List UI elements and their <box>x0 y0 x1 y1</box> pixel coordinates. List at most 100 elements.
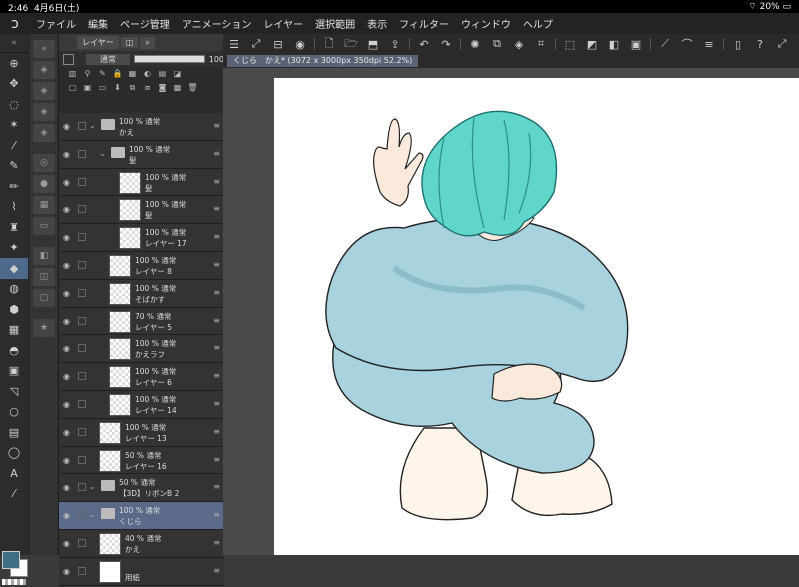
menu-edit[interactable]: 編集 <box>82 16 114 31</box>
chevron-down-icon[interactable]: ⌄ <box>89 482 96 491</box>
apply-mask-icon[interactable]: ▩ <box>172 83 183 93</box>
layer-lock-checkbox[interactable] <box>78 511 86 520</box>
layer-lock-checkbox[interactable] <box>78 316 86 325</box>
ruler-icon[interactable]: ▤ <box>157 69 168 79</box>
menu-file[interactable]: ファイル <box>30 16 82 31</box>
visibility-eye-icon[interactable]: ◉ <box>63 317 70 326</box>
mask-icon[interactable]: ◐ <box>142 69 153 79</box>
preview-icon[interactable]: ◉ <box>289 38 311 51</box>
visibility-eye-icon[interactable]: ◉ <box>63 178 70 187</box>
visibility-eye-icon[interactable]: ◉ <box>63 567 70 576</box>
layer-row[interactable]: ◉ 50 % 通常 レイヤー 16 ≡ <box>59 446 224 475</box>
layer-row[interactable]: ◉ ⌄ 100 % 通常 くじら ≡ <box>59 502 224 530</box>
visibility-eye-icon[interactable]: ◉ <box>63 456 70 465</box>
layer-row[interactable]: ◉ 70 % 通常 レイヤー 5 ≡ <box>59 307 224 336</box>
fill-tool-icon[interactable]: ⬢ <box>0 299 28 320</box>
opacity-slider[interactable] <box>134 55 205 63</box>
decoration-tool-icon[interactable]: ✦ <box>0 238 28 259</box>
correction-tool-icon[interactable]: ⁄ <box>0 484 28 505</box>
copy-icon[interactable]: ⧉ <box>486 37 508 51</box>
undo-icon[interactable]: ↶ <box>413 38 435 51</box>
eyedropper-tool-icon[interactable]: ⁄ <box>0 135 28 156</box>
transform-icon[interactable]: ⤢ <box>245 37 267 51</box>
layer-menu-icon[interactable]: ≡ <box>213 510 220 519</box>
layer-lock-checkbox[interactable] <box>78 205 86 214</box>
panel-navigator-icon[interactable]: ◎ <box>33 154 55 172</box>
menu-animation[interactable]: アニメーション <box>176 16 258 31</box>
layer-row[interactable]: ◉ 用紙 ≡ <box>59 557 224 586</box>
main-color[interactable] <box>2 551 20 569</box>
eraser-tool-icon[interactable]: ◆ <box>0 258 28 279</box>
panel-search-icon[interactable]: ▢ <box>33 289 55 307</box>
visibility-eye-icon[interactable]: ◉ <box>63 261 70 270</box>
layer-menu-icon[interactable]: ≡ <box>213 566 220 575</box>
frame-tool-icon[interactable]: ▤ <box>0 422 28 443</box>
grid-toggle-icon[interactable]: ⊟ <box>267 38 289 51</box>
menu-view[interactable]: 表示 <box>361 16 393 31</box>
new-file-icon[interactable]: 🗋 <box>318 35 340 54</box>
airbrush-tool-icon[interactable]: ♜ <box>0 217 28 238</box>
layer-lock-checkbox[interactable] <box>78 566 86 575</box>
open-file-icon[interactable]: 🗁 <box>340 35 362 54</box>
tab-property-icon[interactable]: ◫ <box>120 37 139 48</box>
layer-lock-checkbox[interactable] <box>78 372 86 381</box>
delete-layer-icon[interactable]: 🗑 <box>187 83 198 93</box>
bucket-tool-icon[interactable]: ◓ <box>0 340 28 361</box>
device-icon[interactable]: ▯ <box>727 38 749 51</box>
blend-mode-select[interactable]: 通常 <box>85 53 131 65</box>
layer-row[interactable]: ◉ 100 % 通常髪 ≡ <box>59 196 224 225</box>
layer-row[interactable]: ◉ 40 % 通常 かえ ≡ <box>59 529 224 558</box>
subtool-eraser-vector-icon[interactable]: ◈ <box>33 103 55 121</box>
visibility-eye-icon[interactable]: ◉ <box>63 344 70 353</box>
layer-lock-checkbox[interactable] <box>78 399 86 408</box>
visibility-eye-icon[interactable]: ◉ <box>63 539 70 548</box>
layer-menu-icon[interactable]: ≡ <box>213 177 220 186</box>
panel-history-icon[interactable]: ▭ <box>33 217 55 235</box>
visibility-eye-icon[interactable]: ◉ <box>63 400 70 409</box>
crop-icon[interactable]: ⌗ <box>530 37 552 51</box>
brush-tool-icon[interactable]: ⌇ <box>0 197 28 218</box>
layer-row[interactable]: ◉ 100 % 通常 かえラフ ≡ <box>59 335 224 364</box>
layer-lock-checkbox[interactable] <box>78 122 86 130</box>
visibility-eye-icon[interactable]: ◉ <box>63 205 70 214</box>
help-icon[interactable]: ? <box>749 38 771 51</box>
layer-row[interactable]: ◉ 100 % 通常 そばかす ≡ <box>59 279 224 308</box>
panel-material-icon[interactable]: ▦ <box>33 196 55 214</box>
layer-menu-icon[interactable]: ≡ <box>213 232 220 241</box>
menu-help[interactable]: ヘルプ <box>517 16 559 31</box>
layer-menu-icon[interactable]: ≡ <box>213 482 220 491</box>
tab-layer[interactable]: レイヤー <box>77 36 119 49</box>
menu-selection[interactable]: 選択範囲 <box>309 16 361 31</box>
clear-icon[interactable]: ◈ <box>508 38 530 51</box>
new-folder-icon[interactable]: ▭ <box>97 83 108 93</box>
pencil-tool-icon[interactable]: ✏ <box>0 176 28 197</box>
fullscreen-icon[interactable]: ⤢ <box>771 37 793 51</box>
panel-color-icon[interactable]: ● <box>33 175 55 193</box>
visibility-eye-icon[interactable]: ◉ <box>63 233 70 242</box>
pen-tool-icon[interactable]: ✎ <box>0 156 28 177</box>
app-logo-icon[interactable]: ↄ <box>0 16 30 32</box>
layer-row[interactable]: ◉ 100 % 通常 レイヤー 13 ≡ <box>59 418 224 447</box>
menu-window[interactable]: ウィンドウ <box>455 16 517 31</box>
layer-row[interactable]: ◉ 100 % 通常髪 ≡ <box>59 168 224 197</box>
deselect-icon[interactable]: ⬚ <box>559 38 581 51</box>
reference-icon[interactable]: ⚲ <box>82 69 93 79</box>
lasso-tool-icon[interactable]: ◌ <box>0 94 28 115</box>
subtool-eraser-rough-icon[interactable]: ◈ <box>33 124 55 142</box>
layer-menu-icon[interactable]: ≡ <box>213 427 220 436</box>
lock-icon[interactable]: 🔒 <box>112 69 123 79</box>
layer-lock-checkbox[interactable] <box>78 344 86 353</box>
layer-row[interactable]: ◉ ⌄ 100 % 通常髪 ≡ <box>59 140 224 169</box>
move-tool-icon[interactable]: ✥ <box>0 74 28 95</box>
new-raster-layer-icon[interactable]: ▢ <box>67 83 78 93</box>
layer-menu-icon[interactable]: ≡ <box>213 343 220 352</box>
clip-icon[interactable]: ▥ <box>67 69 78 79</box>
layer-lock-checkbox[interactable] <box>78 427 86 436</box>
text-tool-icon[interactable]: A <box>0 463 28 484</box>
canvas-area[interactable] <box>223 68 799 555</box>
lock-transparent-icon[interactable]: ▦ <box>127 69 138 79</box>
layer-mask-icon[interactable]: ◙ <box>157 83 168 93</box>
menu-icon[interactable]: ☰ <box>223 38 245 51</box>
layer-lock-checkbox[interactable] <box>78 260 86 269</box>
layer-menu-icon[interactable]: ≡ <box>213 399 220 408</box>
